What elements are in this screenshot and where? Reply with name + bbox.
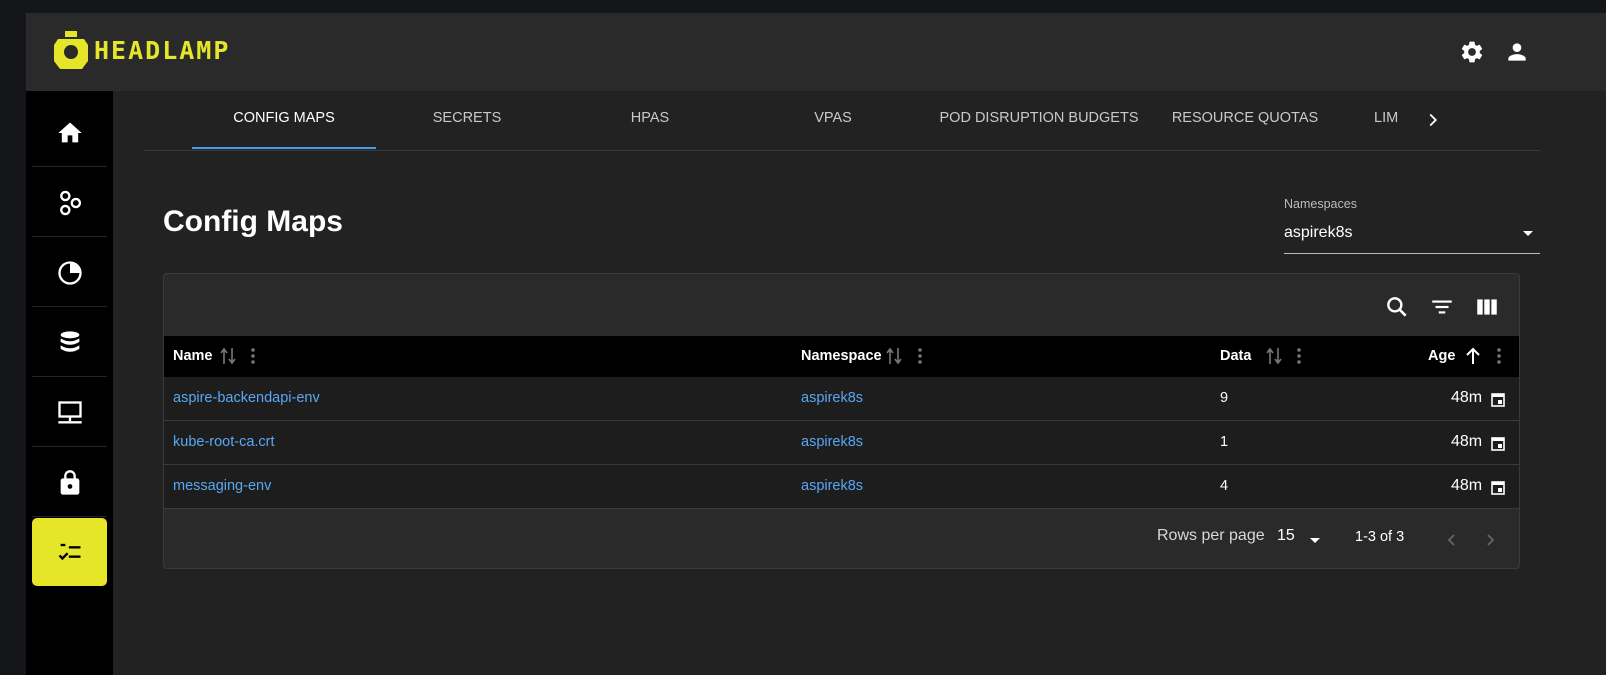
- user-icon[interactable]: [1504, 39, 1530, 65]
- configuration-icon: [58, 543, 80, 561]
- headlamp-logo[interactable]: HEADLAMP: [54, 31, 230, 69]
- sidebar-item-configuration[interactable]: [32, 518, 107, 586]
- sort-ascending-icon[interactable]: [1465, 346, 1481, 366]
- dropdown-arrow-icon[interactable]: [1309, 537, 1321, 545]
- namespace-select[interactable]: Namespaces aspirek8s: [1284, 197, 1540, 254]
- sidebar: [26, 91, 113, 675]
- dropdown-arrow-icon: [1523, 231, 1533, 236]
- sort-icon[interactable]: [220, 346, 236, 366]
- config-maps-table: Name Namespace Data Age aspire-backendap…: [163, 273, 1520, 569]
- logo-text: HEADLAMP: [94, 35, 231, 65]
- table-row: aspire-backendapi-env aspirek8s 9 48m: [164, 377, 1519, 421]
- tab-config-maps[interactable]: CONFIG MAPS: [192, 91, 376, 149]
- sort-icon[interactable]: [1266, 346, 1282, 366]
- sidebar-item-security[interactable]: [32, 449, 107, 517]
- data-count: 4: [1220, 478, 1229, 494]
- sort-icon[interactable]: [886, 346, 902, 366]
- namespace-link[interactable]: aspirek8s: [801, 421, 863, 465]
- tab-bar: CONFIG MAPS SECRETS HPAS VPAS POD DISRUP…: [144, 91, 1540, 151]
- tab-limit-ranges[interactable]: LIM: [1374, 91, 1414, 149]
- sidebar-item-cluster[interactable]: [32, 169, 107, 237]
- namespace-link[interactable]: aspirek8s: [801, 465, 863, 509]
- config-map-name-link[interactable]: messaging-env: [173, 465, 271, 509]
- tab-resource-quotas[interactable]: RESOURCE QUOTAS: [1164, 91, 1326, 149]
- columns-icon[interactable]: [1474, 294, 1500, 320]
- app-window: HEADLAMP CONFIG MAPS SECRETS HPAS VPAS P…: [26, 13, 1606, 675]
- tab-pod-disruption-budgets[interactable]: POD DISRUPTION BUDGETS: [938, 91, 1140, 149]
- table-row: kube-root-ca.crt aspirek8s 1 48m: [164, 421, 1519, 465]
- sidebar-item-storage[interactable]: [32, 309, 107, 377]
- rows-per-page-label: Rows per page: [1157, 527, 1265, 544]
- config-map-name-link[interactable]: kube-root-ca.crt: [173, 421, 275, 465]
- chevron-right-icon[interactable]: [1422, 109, 1444, 131]
- storage-icon: [60, 330, 79, 352]
- network-icon: [57, 400, 82, 423]
- column-menu-icon[interactable]: [249, 346, 257, 366]
- settings-icon[interactable]: [1459, 39, 1485, 65]
- age-value: 48m: [1451, 389, 1483, 406]
- workloads-icon: [57, 260, 82, 285]
- age-value: 48m: [1451, 477, 1483, 494]
- data-count: 1: [1220, 434, 1229, 450]
- page-title: Config Maps: [163, 205, 343, 238]
- calendar-icon: [1491, 437, 1505, 451]
- column-header-age[interactable]: Age: [1428, 336, 1455, 377]
- namespace-select-label: Namespaces: [1284, 197, 1357, 211]
- next-page-icon[interactable]: [1482, 532, 1498, 548]
- column-header-namespace[interactable]: Namespace: [801, 336, 882, 377]
- column-header-name[interactable]: Name: [173, 336, 213, 377]
- headlamp-logo-icon: [54, 31, 88, 69]
- calendar-icon: [1491, 393, 1505, 407]
- data-count: 9: [1220, 390, 1229, 406]
- cluster-icon: [59, 190, 81, 215]
- search-icon[interactable]: [1384, 294, 1410, 320]
- calendar-icon: [1491, 481, 1505, 495]
- tab-hpas[interactable]: HPAS: [558, 91, 742, 149]
- top-bar: HEADLAMP: [26, 13, 1606, 91]
- sidebar-item-home[interactable]: [32, 99, 107, 167]
- pagination-range: 1-3 of 3: [1355, 529, 1405, 545]
- sidebar-item-workloads[interactable]: [32, 239, 107, 307]
- filter-icon[interactable]: [1429, 294, 1455, 320]
- table-row: messaging-env aspirek8s 4 48m: [164, 465, 1519, 509]
- config-map-name-link[interactable]: aspire-backendapi-env: [173, 377, 320, 421]
- home-icon: [57, 122, 82, 142]
- tab-vpas[interactable]: VPAS: [742, 91, 924, 149]
- column-menu-icon[interactable]: [1295, 346, 1303, 366]
- previous-page-icon[interactable]: [1444, 532, 1460, 548]
- namespace-link[interactable]: aspirek8s: [801, 377, 863, 421]
- rows-per-page-select[interactable]: 15: [1277, 527, 1295, 545]
- namespace-select-value: aspirek8s: [1284, 224, 1353, 241]
- security-icon: [60, 469, 79, 495]
- column-header-data[interactable]: Data: [1220, 336, 1251, 377]
- column-menu-icon[interactable]: [1495, 346, 1503, 366]
- age-value: 48m: [1451, 433, 1483, 450]
- sidebar-item-network[interactable]: [32, 379, 107, 447]
- table-header: Name Namespace Data Age: [164, 336, 1519, 377]
- column-menu-icon[interactable]: [916, 346, 924, 366]
- tab-secrets[interactable]: SECRETS: [376, 91, 558, 149]
